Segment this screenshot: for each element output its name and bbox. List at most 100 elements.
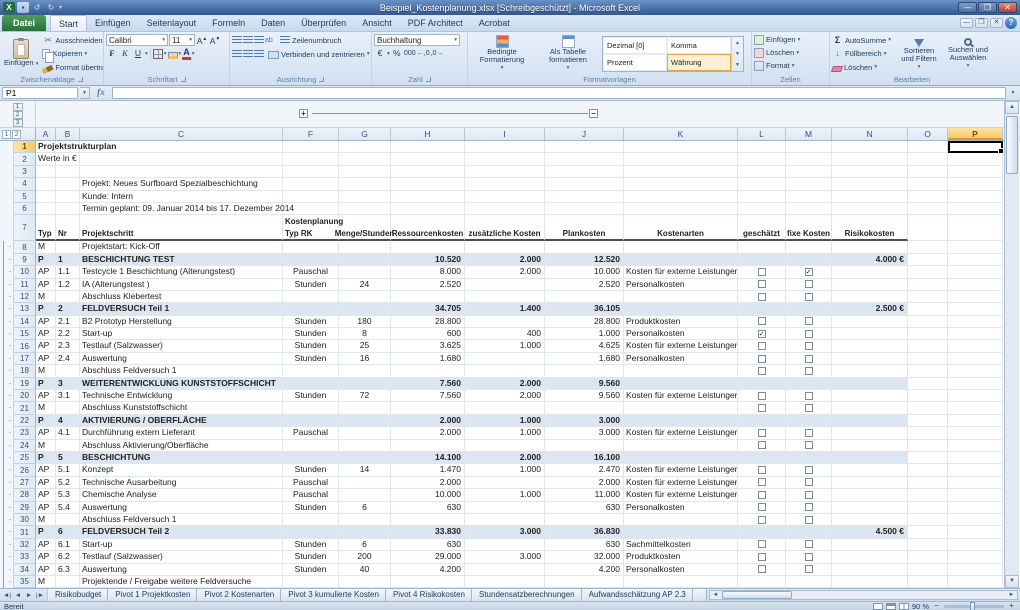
cell-J24[interactable] bbox=[545, 440, 624, 452]
cell-B11[interactable]: 1.2 bbox=[56, 279, 80, 291]
cell-B30[interactable] bbox=[56, 514, 80, 526]
row-header-14[interactable]: 14 bbox=[14, 316, 36, 328]
row-header-35[interactable]: 35 bbox=[14, 576, 36, 588]
cell-K2[interactable] bbox=[624, 153, 738, 165]
cell-B35[interactable] bbox=[56, 576, 80, 588]
cell-H31[interactable]: 33.830 bbox=[391, 526, 465, 538]
ribbon-tab-acrobat[interactable]: Acrobat bbox=[471, 15, 518, 31]
cell-H21[interactable] bbox=[391, 402, 465, 414]
undo-icon[interactable]: ↺ bbox=[31, 2, 43, 13]
cell-P10[interactable] bbox=[948, 266, 1003, 278]
cell-K34[interactable]: Personalkosten bbox=[624, 564, 738, 576]
cell-B21[interactable] bbox=[56, 402, 80, 414]
cell-L24[interactable] bbox=[738, 440, 786, 452]
cell-H1[interactable] bbox=[391, 141, 465, 153]
cell-O22[interactable] bbox=[908, 415, 948, 427]
cell-L22[interactable] bbox=[738, 415, 786, 427]
cell-K14[interactable]: Produktkosten bbox=[624, 316, 738, 328]
row-header-15[interactable]: 15 bbox=[14, 328, 36, 340]
cell-G26[interactable]: 14 bbox=[339, 464, 391, 476]
save-icon[interactable]: ▪ bbox=[17, 2, 29, 13]
cell-O25[interactable] bbox=[908, 452, 948, 464]
comma-style-button[interactable]: 000 bbox=[404, 48, 416, 60]
cell-O15[interactable] bbox=[908, 328, 948, 340]
cell-P23[interactable] bbox=[948, 427, 1003, 439]
borders-icon[interactable] bbox=[153, 49, 163, 59]
cell-N35[interactable] bbox=[832, 576, 908, 588]
cell-J26[interactable]: 2.470 bbox=[545, 464, 624, 476]
cell-A30[interactable]: M bbox=[36, 514, 56, 526]
cell-I20[interactable]: 2.000 bbox=[465, 390, 545, 402]
cell-K10[interactable]: Kosten für externe Leistungen bbox=[624, 266, 738, 278]
cell-O11[interactable] bbox=[908, 279, 948, 291]
cell-O18[interactable] bbox=[908, 365, 948, 377]
cell-G23[interactable] bbox=[339, 427, 391, 439]
dialog-launcher-icon[interactable] bbox=[319, 77, 324, 82]
cell-N33[interactable] bbox=[832, 551, 908, 563]
column-header-B[interactable]: B bbox=[56, 128, 80, 140]
font-size-select[interactable]: 11▾ bbox=[169, 34, 195, 46]
cell-P33[interactable] bbox=[948, 551, 1003, 563]
fixe-kosten-checkbox-row-14[interactable] bbox=[805, 317, 813, 325]
cell-O10[interactable] bbox=[908, 266, 948, 278]
geschaetzt-checkbox-row-33[interactable] bbox=[758, 553, 766, 561]
cell-N4[interactable] bbox=[832, 178, 908, 190]
cell-A29[interactable]: AP bbox=[36, 502, 56, 514]
cell-M5[interactable] bbox=[786, 191, 832, 203]
gallery-scroll[interactable]: ▲▼▼ bbox=[731, 37, 743, 71]
cell-O35[interactable] bbox=[908, 576, 948, 588]
cell-M28[interactable] bbox=[786, 489, 832, 501]
zoom-in-icon[interactable]: + bbox=[1007, 602, 1016, 610]
dialog-launcher-icon[interactable] bbox=[181, 77, 186, 82]
cell-K11[interactable]: Personalkosten bbox=[624, 279, 738, 291]
cell-L18[interactable] bbox=[738, 365, 786, 377]
cell-L3[interactable] bbox=[738, 166, 786, 178]
cell-B18[interactable] bbox=[56, 365, 80, 377]
cell-H28[interactable]: 10.000 bbox=[391, 489, 465, 501]
cell-M6[interactable] bbox=[786, 203, 832, 215]
cell-H34[interactable]: 4.200 bbox=[391, 564, 465, 576]
next-sheet-icon[interactable]: ► bbox=[24, 592, 34, 599]
cell-B13[interactable]: 2 bbox=[56, 303, 80, 315]
cell-I10[interactable]: 2.000 bbox=[465, 266, 545, 278]
cell-P22[interactable] bbox=[948, 415, 1003, 427]
cell-B31[interactable]: 6 bbox=[56, 526, 80, 538]
row-header-10[interactable]: 10 bbox=[14, 266, 36, 278]
cell-C20[interactable]: Technische Entwicklung bbox=[80, 390, 283, 402]
cell-C24[interactable]: Abschluss Aktivierung/Oberfläche bbox=[80, 440, 283, 452]
maximize-button[interactable]: ❐ bbox=[978, 2, 997, 13]
cell-A22[interactable]: P bbox=[36, 415, 56, 427]
cell-M21[interactable] bbox=[786, 402, 832, 414]
cell-H23[interactable]: 2.000 bbox=[391, 427, 465, 439]
cell-J13[interactable]: 36.105 bbox=[545, 303, 624, 315]
cell-F11[interactable]: Stunden bbox=[283, 279, 339, 291]
cell-K22[interactable] bbox=[624, 415, 738, 427]
cell-N21[interactable] bbox=[832, 402, 908, 414]
expand-columns-icon[interactable]: + bbox=[299, 109, 308, 118]
header-cell-G7[interactable]: Menge/Stunden bbox=[339, 215, 391, 241]
find-select-button[interactable]: Suchen und Auswählen▾ bbox=[944, 33, 992, 74]
row-header-16[interactable]: 16 bbox=[14, 340, 36, 352]
cell-N2[interactable] bbox=[832, 153, 908, 165]
cell-A24[interactable]: M bbox=[36, 440, 56, 452]
cell-O19[interactable] bbox=[908, 378, 948, 390]
cell-I25[interactable]: 2.000 bbox=[465, 452, 545, 464]
cell-L21[interactable] bbox=[738, 402, 786, 414]
cell-P19[interactable] bbox=[948, 378, 1003, 390]
cell-O2[interactable] bbox=[908, 153, 948, 165]
row-header-21[interactable]: 21 bbox=[14, 402, 36, 414]
cell-F32[interactable]: Stunden bbox=[283, 539, 339, 551]
cell-P2[interactable] bbox=[948, 153, 1003, 165]
cell-M25[interactable] bbox=[786, 452, 832, 464]
cell-P12[interactable] bbox=[948, 291, 1003, 303]
cell-M16[interactable] bbox=[786, 340, 832, 352]
cell-G20[interactable]: 72 bbox=[339, 390, 391, 402]
scroll-up-icon[interactable]: ▲ bbox=[1005, 101, 1019, 114]
header-cell-I7[interactable]: zusätzliche Kosten bbox=[465, 215, 545, 241]
cell-B23[interactable]: 4.1 bbox=[56, 427, 80, 439]
cell-H2[interactable] bbox=[391, 153, 465, 165]
cell-I12[interactable] bbox=[465, 291, 545, 303]
cell-J23[interactable]: 3.000 bbox=[545, 427, 624, 439]
cell-F1[interactable] bbox=[283, 141, 339, 153]
row-outline-level-1-button[interactable]: 1 bbox=[2, 130, 11, 139]
